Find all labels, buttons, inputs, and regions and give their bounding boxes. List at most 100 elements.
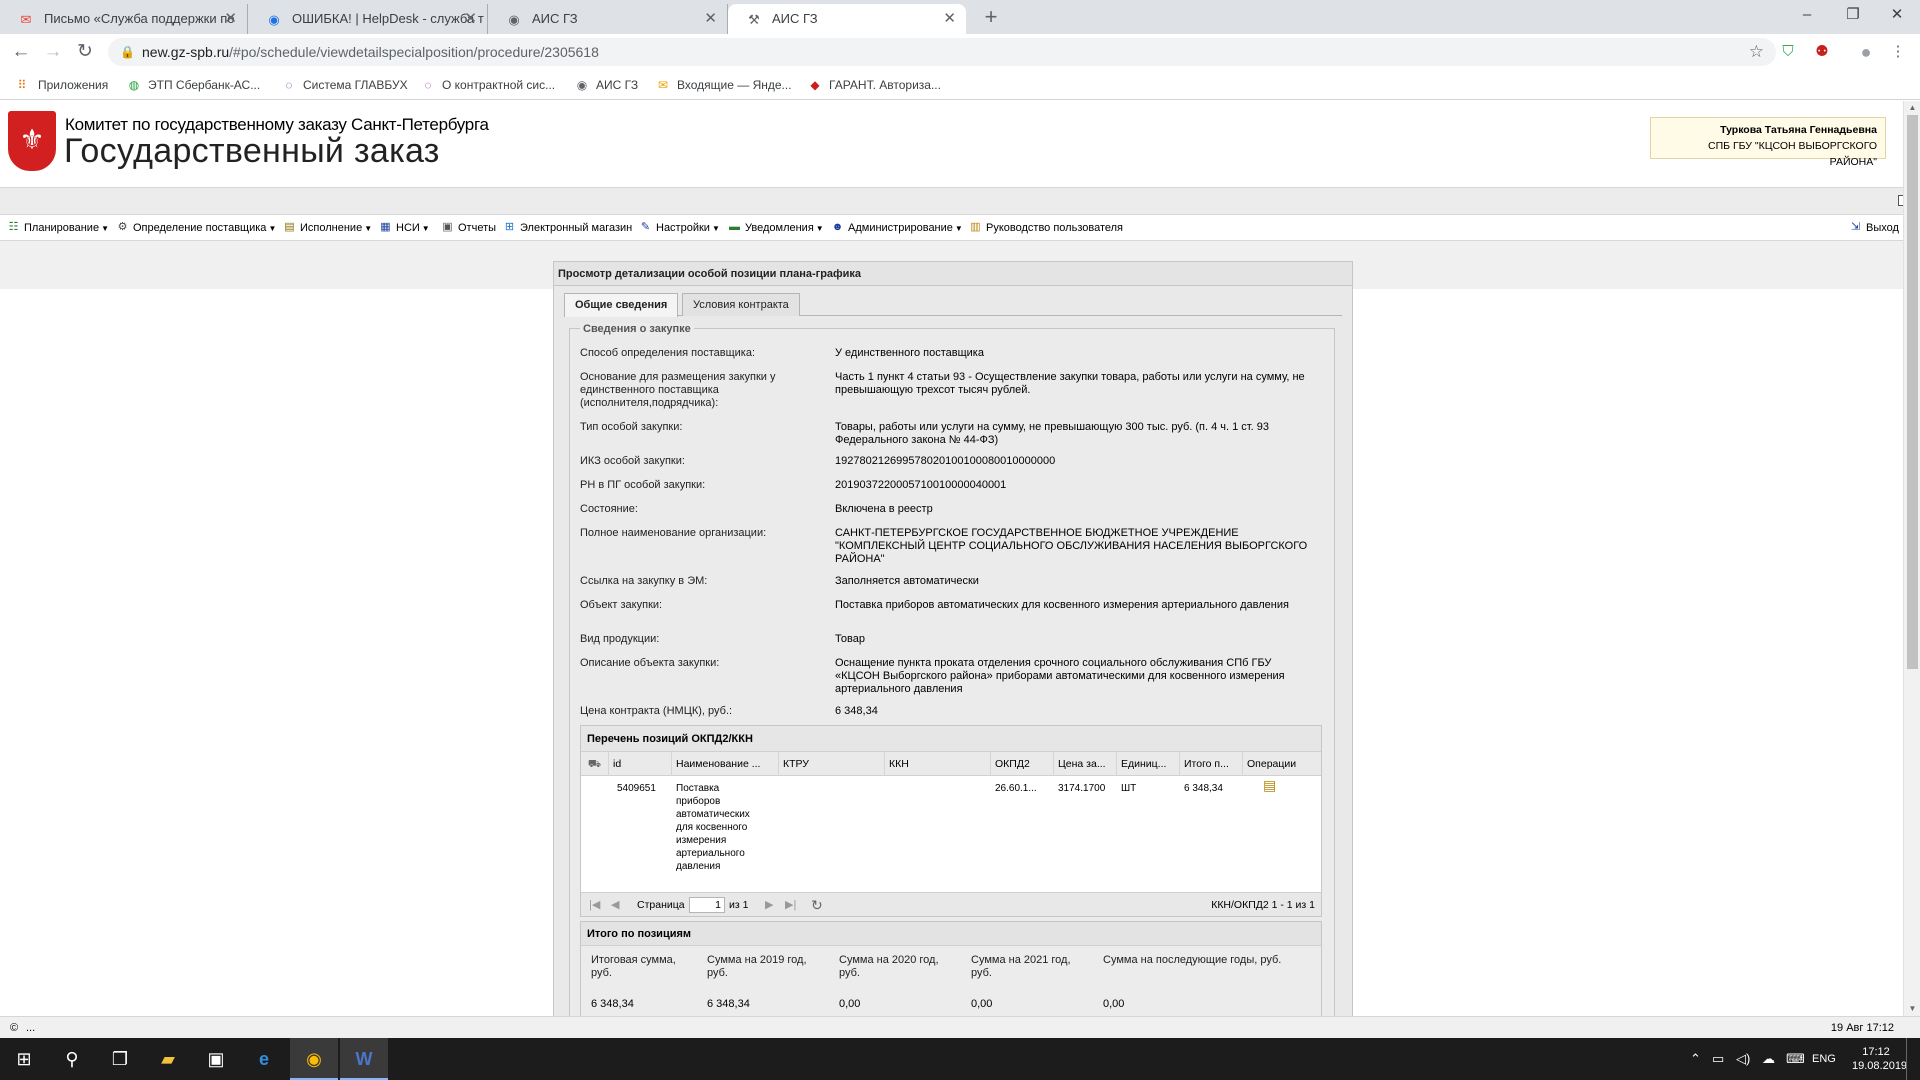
browser-tab-ais-1[interactable]: ◉ АИС ГЗ ✕ — [488, 4, 728, 34]
menu-item-reports[interactable]: ▣ Отчеты — [440, 219, 496, 237]
maximize-button[interactable]: ❐ — [1830, 0, 1876, 30]
procurement-info-section: Сведения о закупке Способ определения по… — [569, 323, 1335, 1016]
language-indicator[interactable]: ENG — [1812, 1038, 1836, 1080]
field-value: 192780212699578020100100080010000000 — [835, 455, 1056, 467]
bookmark-contract-system[interactable]: ◌ О контрактной сис... — [420, 76, 555, 94]
volume-icon[interactable]: ◁) — [1736, 1038, 1750, 1080]
column-header-kkn[interactable]: ККН — [885, 752, 991, 776]
mail-icon: ✉ — [20, 12, 32, 27]
browser-tab-mail[interactable]: ✉ Письмо «Служба поддержки по ✕ — [0, 4, 248, 34]
info-icon[interactable]: 🔒 — [120, 38, 135, 66]
edge-browser-icon[interactable]: e — [240, 1038, 288, 1080]
field-value: Часть 1 пункт 4 статьи 93 - Осуществлени… — [835, 371, 1305, 396]
url-path: /#po/schedule/viewdetailspecialposition/… — [229, 44, 599, 60]
field-value: Оснащение пункта проката отделения срочн… — [835, 657, 1285, 695]
page-scrollbar[interactable]: ▲ ▼ — [1903, 101, 1920, 1016]
close-icon[interactable]: ✕ — [224, 4, 237, 34]
menu-item-supplier-selection[interactable]: ⚙ Определение поставщика ▼ — [115, 219, 277, 237]
chrome-icon[interactable]: ◉ — [290, 1038, 338, 1080]
menu-item-execution[interactable]: ▤ Исполнение ▼ — [282, 219, 372, 237]
prev-page-icon[interactable]: ◀ — [611, 893, 619, 917]
totals-section: Итого по позициям Итоговая сумма, руб. С… — [580, 921, 1322, 1016]
basket-icon[interactable]: ⛟ — [581, 752, 609, 776]
onedrive-icon[interactable]: ☁ — [1762, 1038, 1775, 1080]
field-label: Объект закупки: — [580, 599, 663, 611]
menu-label: Руководство пользователя — [986, 222, 1123, 234]
extension-icon[interactable]: ⚉ — [1812, 42, 1832, 62]
back-button[interactable]: ← — [6, 37, 36, 67]
field-label: РН в ПГ особой закупки: — [580, 479, 706, 491]
file-explorer-icon[interactable]: ▰ — [144, 1038, 192, 1080]
show-desktop-button[interactable] — [1906, 1038, 1914, 1080]
column-header-okpd2[interactable]: ОКПД2 — [991, 752, 1054, 776]
bookmark-garant[interactable]: ◆ ГАРАНТ. Авториза... — [807, 76, 941, 94]
store-icon[interactable]: ▣ — [192, 1038, 240, 1080]
bookmark-glavbuh[interactable]: ◌ Система ГЛАВБУХ — [281, 76, 407, 94]
task-view-icon[interactable]: ❐ — [96, 1038, 144, 1080]
menu-item-settings[interactable]: ✎ Настройки ▼ — [638, 219, 720, 237]
close-icon[interactable]: ✕ — [943, 4, 956, 34]
windows-start-icon[interactable]: ⊞ — [0, 1038, 48, 1080]
new-tab-button[interactable]: + — [976, 2, 1006, 32]
scroll-down-icon[interactable]: ▼ — [1904, 1002, 1920, 1016]
clock[interactable]: 17:12 19.08.2019 — [1852, 1038, 1907, 1080]
first-page-icon[interactable]: |◀ — [589, 893, 600, 917]
bookmark-apps[interactable]: ⠿ Приложения — [14, 76, 109, 94]
menu-kebab-icon[interactable]: ⋮ — [1888, 42, 1908, 62]
column-header-total[interactable]: Итого п... — [1180, 752, 1243, 776]
word-icon[interactable]: W — [340, 1038, 388, 1080]
shield-extension-icon[interactable]: ⛉ — [1778, 42, 1798, 62]
page-number-input[interactable]: 1 — [689, 897, 725, 913]
profile-avatar-icon[interactable]: ● — [1856, 42, 1876, 62]
menu-item-user-guide[interactable]: ▥ Руководство пользователя — [968, 219, 1123, 237]
tab-general-info[interactable]: Общие сведения — [564, 293, 679, 317]
browser-tab-helpdesk[interactable]: ◉ ОШИБКА! | HelpDesk - служба т ✕ — [248, 4, 488, 34]
column-header-unit[interactable]: Единиц... — [1117, 752, 1180, 776]
menu-item-administration[interactable]: ☻ Администрирование ▼ — [830, 219, 963, 237]
field-value: САНКТ-ПЕТЕРБУРГСКОЕ ГОСУДАРСТВЕННОЕ БЮДЖ… — [835, 527, 1308, 565]
table-row[interactable]: 5409651 Поставка приборов автоматических… — [581, 776, 1321, 892]
bookmark-label: Входящие — Янде... — [677, 78, 792, 92]
field-value: Заполняется автоматически — [835, 575, 979, 587]
chevron-down-icon: ▼ — [815, 224, 824, 233]
browser-tab-ais-active[interactable]: ⚒ АИС ГЗ ✕ — [728, 4, 966, 34]
sberbank-icon: ◍ — [128, 78, 140, 92]
column-header-name[interactable]: Наименование ... — [672, 752, 779, 776]
bookmark-ais-gz[interactable]: ◉ АИС ГЗ — [574, 76, 638, 94]
address-bar[interactable]: 🔒 new.gz-spb.ru/#po/schedule/viewdetails… — [108, 38, 1776, 66]
bookmark-star-icon[interactable]: ☆ — [1749, 38, 1764, 66]
menu-item-notifications[interactable]: ▬ Уведомления ▼ — [727, 219, 824, 237]
close-icon[interactable]: ✕ — [704, 4, 717, 34]
bookmark-yandex-mail[interactable]: ✉ Входящие — Янде... — [655, 76, 792, 94]
tab-contract-terms[interactable]: Условия контракта — [682, 293, 800, 316]
bookmark-sberbank[interactable]: ◍ ЭТП Сбербанк-АС... — [126, 76, 260, 94]
field-label: ИКЗ особой закупки: — [580, 455, 685, 467]
column-header-id[interactable]: id — [609, 752, 672, 776]
reload-button[interactable]: ↻ — [70, 37, 100, 67]
search-icon[interactable]: ⚲ — [48, 1038, 96, 1080]
forward-button[interactable]: → — [38, 37, 68, 67]
exit-button[interactable]: ⇲ Выход — [1848, 219, 1899, 237]
tray-chevron-icon[interactable]: ⌃ — [1690, 1038, 1701, 1080]
next-page-icon[interactable]: ▶ — [765, 893, 773, 917]
menu-item-planning[interactable]: ☷ Планирование ▼ — [6, 219, 109, 237]
menu-label: Определение поставщика — [133, 222, 267, 234]
menu-item-e-shop[interactable]: ⊞ Электронный магазин — [502, 219, 632, 237]
scroll-up-icon[interactable]: ▲ — [1904, 101, 1920, 115]
bookmark-label: Приложения — [38, 78, 109, 92]
window-close-button[interactable]: ✕ — [1874, 0, 1920, 30]
refresh-icon[interactable]: ↻ — [811, 893, 823, 917]
menu-item-nsi[interactable]: ▦ НСИ ▼ — [378, 219, 429, 237]
column-header-ktru[interactable]: КТРУ — [779, 752, 885, 776]
keyboard-icon[interactable]: ⌨ — [1786, 1038, 1805, 1080]
scrollbar-thumb[interactable] — [1907, 115, 1918, 669]
network-icon[interactable]: ▭ — [1712, 1038, 1724, 1080]
field-label: Ссылка на закупку в ЭМ: — [580, 575, 708, 587]
column-header-price[interactable]: Цена за... — [1054, 752, 1117, 776]
field-label: Тип особой закупки: — [580, 421, 683, 433]
field-value: Включена в реестр — [835, 503, 933, 515]
scroll-document-icon[interactable]: ▤ — [1259, 778, 1279, 792]
close-icon[interactable]: ✕ — [464, 4, 477, 34]
last-page-icon[interactable]: ▶| — [785, 893, 796, 917]
minimize-button[interactable]: – — [1784, 0, 1830, 30]
